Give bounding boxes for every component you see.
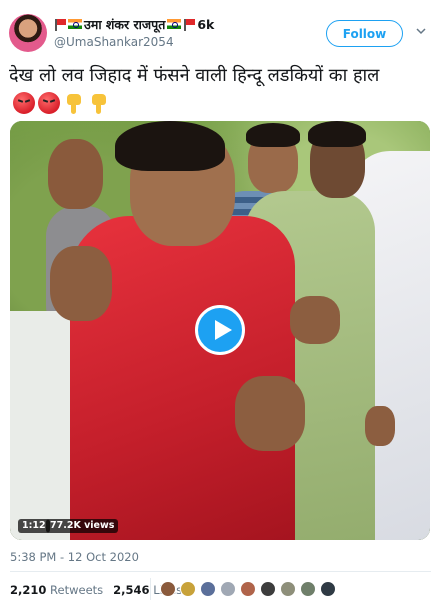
liker-avatar[interactable] <box>320 581 336 597</box>
likes-count: 2,546 <box>113 583 150 597</box>
display-name[interactable]: उमा शंकर राजपूत <box>84 16 165 33</box>
angry-face-icon <box>38 92 60 114</box>
retweets-stat[interactable]: 2,210 Retweets <box>10 583 103 597</box>
user-handle[interactable]: @UmaShankar2054 <box>54 35 174 49</box>
person-head <box>48 139 103 209</box>
liker-avatar[interactable] <box>180 581 196 597</box>
follow-button[interactable]: Follow <box>326 20 403 47</box>
person-hair <box>115 121 225 171</box>
play-button[interactable] <box>195 305 245 355</box>
tweet-body: देख लो लव जिहाद में फंसने वाली हिन्दू लड… <box>9 65 380 86</box>
person-hair <box>246 123 300 147</box>
liker-avatar[interactable] <box>160 581 176 597</box>
person-hair <box>308 121 366 147</box>
angry-face-icon <box>13 92 35 114</box>
display-name-row[interactable]: उमा शंकर राजपूत 6k <box>54 14 214 34</box>
retweets-count: 2,210 <box>10 583 47 597</box>
chevron-down-icon[interactable] <box>416 26 426 36</box>
point-down-icon <box>63 92 85 114</box>
red-flag-icon <box>54 19 66 31</box>
liker-avatars <box>160 581 336 597</box>
liker-avatar[interactable] <box>260 581 276 597</box>
point-down-icon <box>88 92 110 114</box>
red-flag-icon <box>183 19 195 31</box>
liker-avatar[interactable] <box>240 581 256 597</box>
stats-divider <box>150 578 151 600</box>
hand <box>235 376 305 451</box>
video-views: 77.2K views <box>46 519 119 533</box>
video-player[interactable]: 1:12 77.2K views <box>10 121 430 540</box>
tweet-header: उमा शंकर राजपूत 6k @UmaShankar2054 Follo… <box>0 0 441 58</box>
tweet-stats: 2,210 Retweets 2,546 Likes <box>10 583 182 597</box>
hand <box>50 246 112 321</box>
emoji-row <box>13 92 110 114</box>
divider <box>10 571 431 572</box>
followers-badge: 6k <box>197 16 215 32</box>
india-flag-icon <box>167 19 182 29</box>
avatar[interactable] <box>9 14 47 52</box>
hand <box>365 406 395 446</box>
video-duration: 1:12 <box>18 519 50 533</box>
retweets-label: Retweets <box>50 583 104 597</box>
india-flag-icon <box>68 19 82 29</box>
tweet-timestamp[interactable]: 5:38 PM - 12 Oct 2020 <box>10 550 139 564</box>
tweet-text: देख लो लव जिहाद में फंसने वाली हिन्दू लड… <box>9 62 434 116</box>
hand <box>290 296 340 344</box>
liker-avatar[interactable] <box>200 581 216 597</box>
liker-avatar[interactable] <box>300 581 316 597</box>
liker-avatar[interactable] <box>280 581 296 597</box>
liker-avatar[interactable] <box>220 581 236 597</box>
